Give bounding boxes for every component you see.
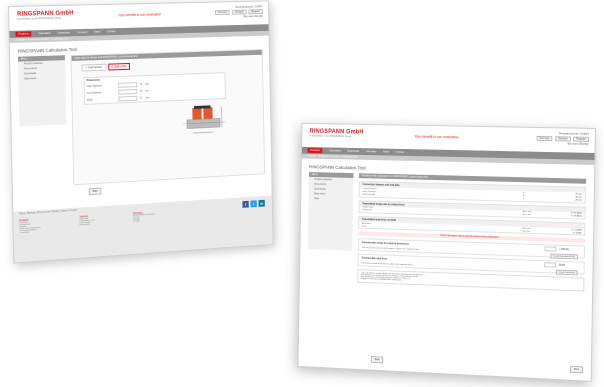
- sidebar: Menu Product selection Dimensions Downlo…: [307, 172, 354, 251]
- back-button[interactable]: Back: [370, 356, 384, 364]
- outer-diameter-value: 70: [139, 83, 143, 86]
- width-label: Width: [86, 99, 93, 102]
- account-panel: Personal account: GUEST Germany Deutsch …: [534, 132, 589, 146]
- account-panel: Personal account: GUEST Germany Deutsch …: [213, 5, 263, 19]
- width-input[interactable]: [118, 95, 138, 102]
- site-footer: Home | Sitemap | Terms of use | Privacy …: [13, 195, 273, 264]
- tab-shaft-solution[interactable]: 1. Shaft Solution: [81, 63, 106, 72]
- note-text: The transmissible axial force is above t…: [361, 262, 414, 267]
- outer-diameter-label: Outer Diameter: [86, 84, 102, 88]
- sidebar-item-help[interactable]: Help: [309, 196, 354, 202]
- nav-item-company[interactable]: Company: [366, 150, 376, 153]
- sidebar: Menu Product selection Dimensions Downlo…: [17, 55, 67, 127]
- outer-diameter-unit: mm: [145, 83, 149, 86]
- axial-unit-select[interactable]: [544, 262, 557, 268]
- print-button[interactable]: Print: [570, 365, 583, 374]
- footer-column-products: Products Clutches Freewheels Brakes Shaf…: [19, 218, 41, 235]
- country-select[interactable]: Germany: [214, 9, 230, 16]
- nav-item-contact[interactable]: Contact: [107, 30, 116, 33]
- results-panel: Results of the calculation for RINGSPANN…: [357, 173, 587, 292]
- nav-item-company[interactable]: Company: [77, 31, 88, 34]
- calculation-input-window: RINGSPANN GmbH A subsidiary of the RINGS…: [8, 0, 274, 264]
- result-value: 1 / 4 [kN]: [572, 232, 582, 235]
- brand-subtitle: A subsidiary of the RINGSPANN Group: [17, 16, 62, 21]
- footer-column-company: Company RINGSPANN worldwide Careers Qual…: [133, 211, 155, 227]
- inner-diameter-value: 30: [139, 90, 143, 93]
- torque-unit-select[interactable]: [544, 246, 557, 252]
- slogan: Your benefit is our motivation: [414, 134, 459, 140]
- result-unit: L: [522, 198, 525, 201]
- order-links[interactable]: Buy now | Reorder: [534, 142, 589, 145]
- order-links[interactable]: Buy now | Reorder: [213, 15, 263, 19]
- result-value: 20 mm: [575, 199, 582, 202]
- nav-item-products[interactable]: Products: [307, 147, 323, 154]
- register-button[interactable]: Register: [248, 9, 263, 15]
- locking-assembly-drawing: [181, 105, 237, 144]
- facebook-icon[interactable]: f: [242, 200, 249, 208]
- footer-column-services: Services CAD data Calculation tools Data…: [79, 214, 95, 230]
- outer-diameter-input[interactable]: [118, 82, 138, 88]
- nav-item-calculation[interactable]: Calculation: [329, 149, 341, 152]
- note-text: The calculated transmissible torque is a…: [361, 247, 420, 252]
- nav-item-contact[interactable]: Contact: [396, 151, 404, 154]
- create-datasheet-button[interactable]: Create Datasheet: [555, 269, 578, 276]
- solution-tabs: 1. Shaft Solution 2. Shaft + Hub: [81, 59, 262, 72]
- linkedin-icon[interactable]: in: [258, 199, 265, 207]
- nav-item-downloads[interactable]: Downloads: [58, 31, 70, 34]
- back-button[interactable]: Back: [88, 187, 102, 196]
- width-value: 20: [140, 97, 143, 100]
- language-select[interactable]: Deutsch: [232, 9, 247, 15]
- footer-link[interactable]: Downloads: [80, 223, 95, 227]
- twitter-icon[interactable]: t: [250, 200, 257, 208]
- create-datasheet-pdf-button[interactable]: Create Datasheet (PDF): [549, 253, 578, 260]
- sidebar-item-data-sheet[interactable]: Data sheet: [18, 75, 65, 82]
- nav-item-calculation[interactable]: Calculation: [38, 32, 51, 35]
- footer-link[interactable]: Contact: [133, 219, 155, 222]
- result-unit: kN / min: [522, 230, 531, 233]
- slogan: Your benefit is our motivation: [117, 12, 162, 18]
- nav-item-news[interactable]: News: [94, 31, 100, 34]
- input-panel: Input data for design and RINGSPANN Lock…: [70, 49, 266, 186]
- register-button[interactable]: Register: [573, 136, 589, 142]
- inner-diameter-label: Inner Diameter: [86, 91, 102, 95]
- calculation-results-window: RINGSPANN GmbH A subsidiary of the RINGS…: [297, 122, 596, 382]
- country-select[interactable]: Germany: [536, 135, 553, 142]
- transmissible-torque-value: 1 250 Nm: [559, 248, 570, 251]
- nav-item-news[interactable]: News: [383, 151, 389, 154]
- language-select[interactable]: Deutsch: [555, 136, 571, 142]
- result-value: 2 / 15 [Nm]: [570, 215, 582, 218]
- inner-diameter-input[interactable]: [118, 89, 138, 95]
- width-unit: mm: [145, 96, 149, 99]
- nav-item-products[interactable]: Products: [15, 31, 32, 37]
- result-unit: Nm / min: [522, 214, 532, 217]
- nav-item-downloads[interactable]: Downloads: [347, 150, 359, 153]
- inner-diameter-unit: mm: [145, 90, 149, 93]
- tab-shaft-hub[interactable]: 2. Shaft + Hub: [107, 62, 131, 71]
- transmissible-axial-value: 38 kN: [558, 264, 565, 267]
